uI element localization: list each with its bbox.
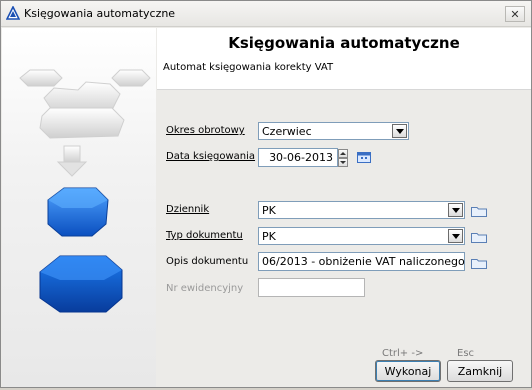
app-triangle-icon bbox=[6, 6, 20, 20]
spin-down-icon[interactable] bbox=[338, 158, 348, 167]
dziennik-select[interactable]: PK bbox=[258, 201, 465, 219]
wykonaj-button[interactable]: Wykonaj bbox=[375, 360, 441, 382]
folder-icon[interactable] bbox=[471, 231, 487, 243]
okres-obrotowy-label: Okres obrotowy bbox=[166, 125, 245, 136]
date-spinner[interactable] bbox=[338, 149, 348, 167]
dialog-window: Księgowania automatyczne ✕ Księgowania a… bbox=[0, 0, 532, 388]
calendar-icon[interactable] bbox=[357, 151, 371, 163]
typ-dokumentu-value: PK bbox=[262, 230, 276, 243]
close-icon: ✕ bbox=[510, 7, 520, 21]
nr-ewidencyjny-label: Nr ewidencyjny bbox=[166, 283, 244, 294]
zamknij-shortcut-hint: Esc bbox=[457, 348, 475, 359]
process-illustration bbox=[19, 69, 151, 313]
typ-dokumentu-label: Typ dokumentu bbox=[166, 230, 243, 241]
chevron-down-icon[interactable] bbox=[392, 124, 407, 138]
zamknij-button[interactable]: Zamknij bbox=[447, 360, 513, 382]
dziennik-label: Dziennik bbox=[166, 204, 210, 215]
spin-up-icon[interactable] bbox=[338, 149, 348, 158]
data-ksiegowania-value: 30-06-2013 bbox=[269, 151, 333, 164]
decorative-side-panel bbox=[2, 28, 156, 387]
opis-dokumentu-field[interactable]: 06/2013 - obniżenie VAT naliczonego bbox=[258, 252, 465, 271]
opis-dokumentu-value: 06/2013 - obniżenie VAT naliczonego bbox=[262, 255, 465, 268]
chevron-down-icon[interactable] bbox=[448, 203, 463, 217]
opis-dokumentu-label: Opis dokumentu bbox=[166, 256, 249, 267]
header-subtitle: Automat księgowania korekty VAT bbox=[163, 62, 334, 73]
close-button[interactable]: ✕ bbox=[505, 6, 525, 22]
title-bar: Księgowania automatyczne ✕ bbox=[1, 1, 531, 27]
folder-icon[interactable] bbox=[471, 205, 487, 217]
header-title: Księgowania automatyczne bbox=[228, 34, 460, 52]
window-title: Księgowania automatyczne bbox=[24, 7, 176, 20]
wykonaj-shortcut-hint: Ctrl+ -> bbox=[382, 348, 424, 359]
okres-obrotowy-value: Czerwiec bbox=[262, 125, 312, 138]
data-ksiegowania-label: Data księgowania bbox=[166, 151, 256, 162]
nr-ewidencyjny-field[interactable] bbox=[258, 278, 365, 297]
dziennik-value: PK bbox=[262, 204, 276, 217]
chevron-down-icon[interactable] bbox=[448, 229, 463, 243]
folder-icon[interactable] bbox=[471, 257, 487, 269]
data-ksiegowania-field[interactable]: 30-06-2013 bbox=[258, 148, 338, 167]
dialog-header: Księgowania automatyczne Automat księgow… bbox=[157, 28, 531, 90]
typ-dokumentu-select[interactable]: PK bbox=[258, 227, 465, 245]
okres-obrotowy-select[interactable]: Czerwiec bbox=[258, 122, 409, 140]
